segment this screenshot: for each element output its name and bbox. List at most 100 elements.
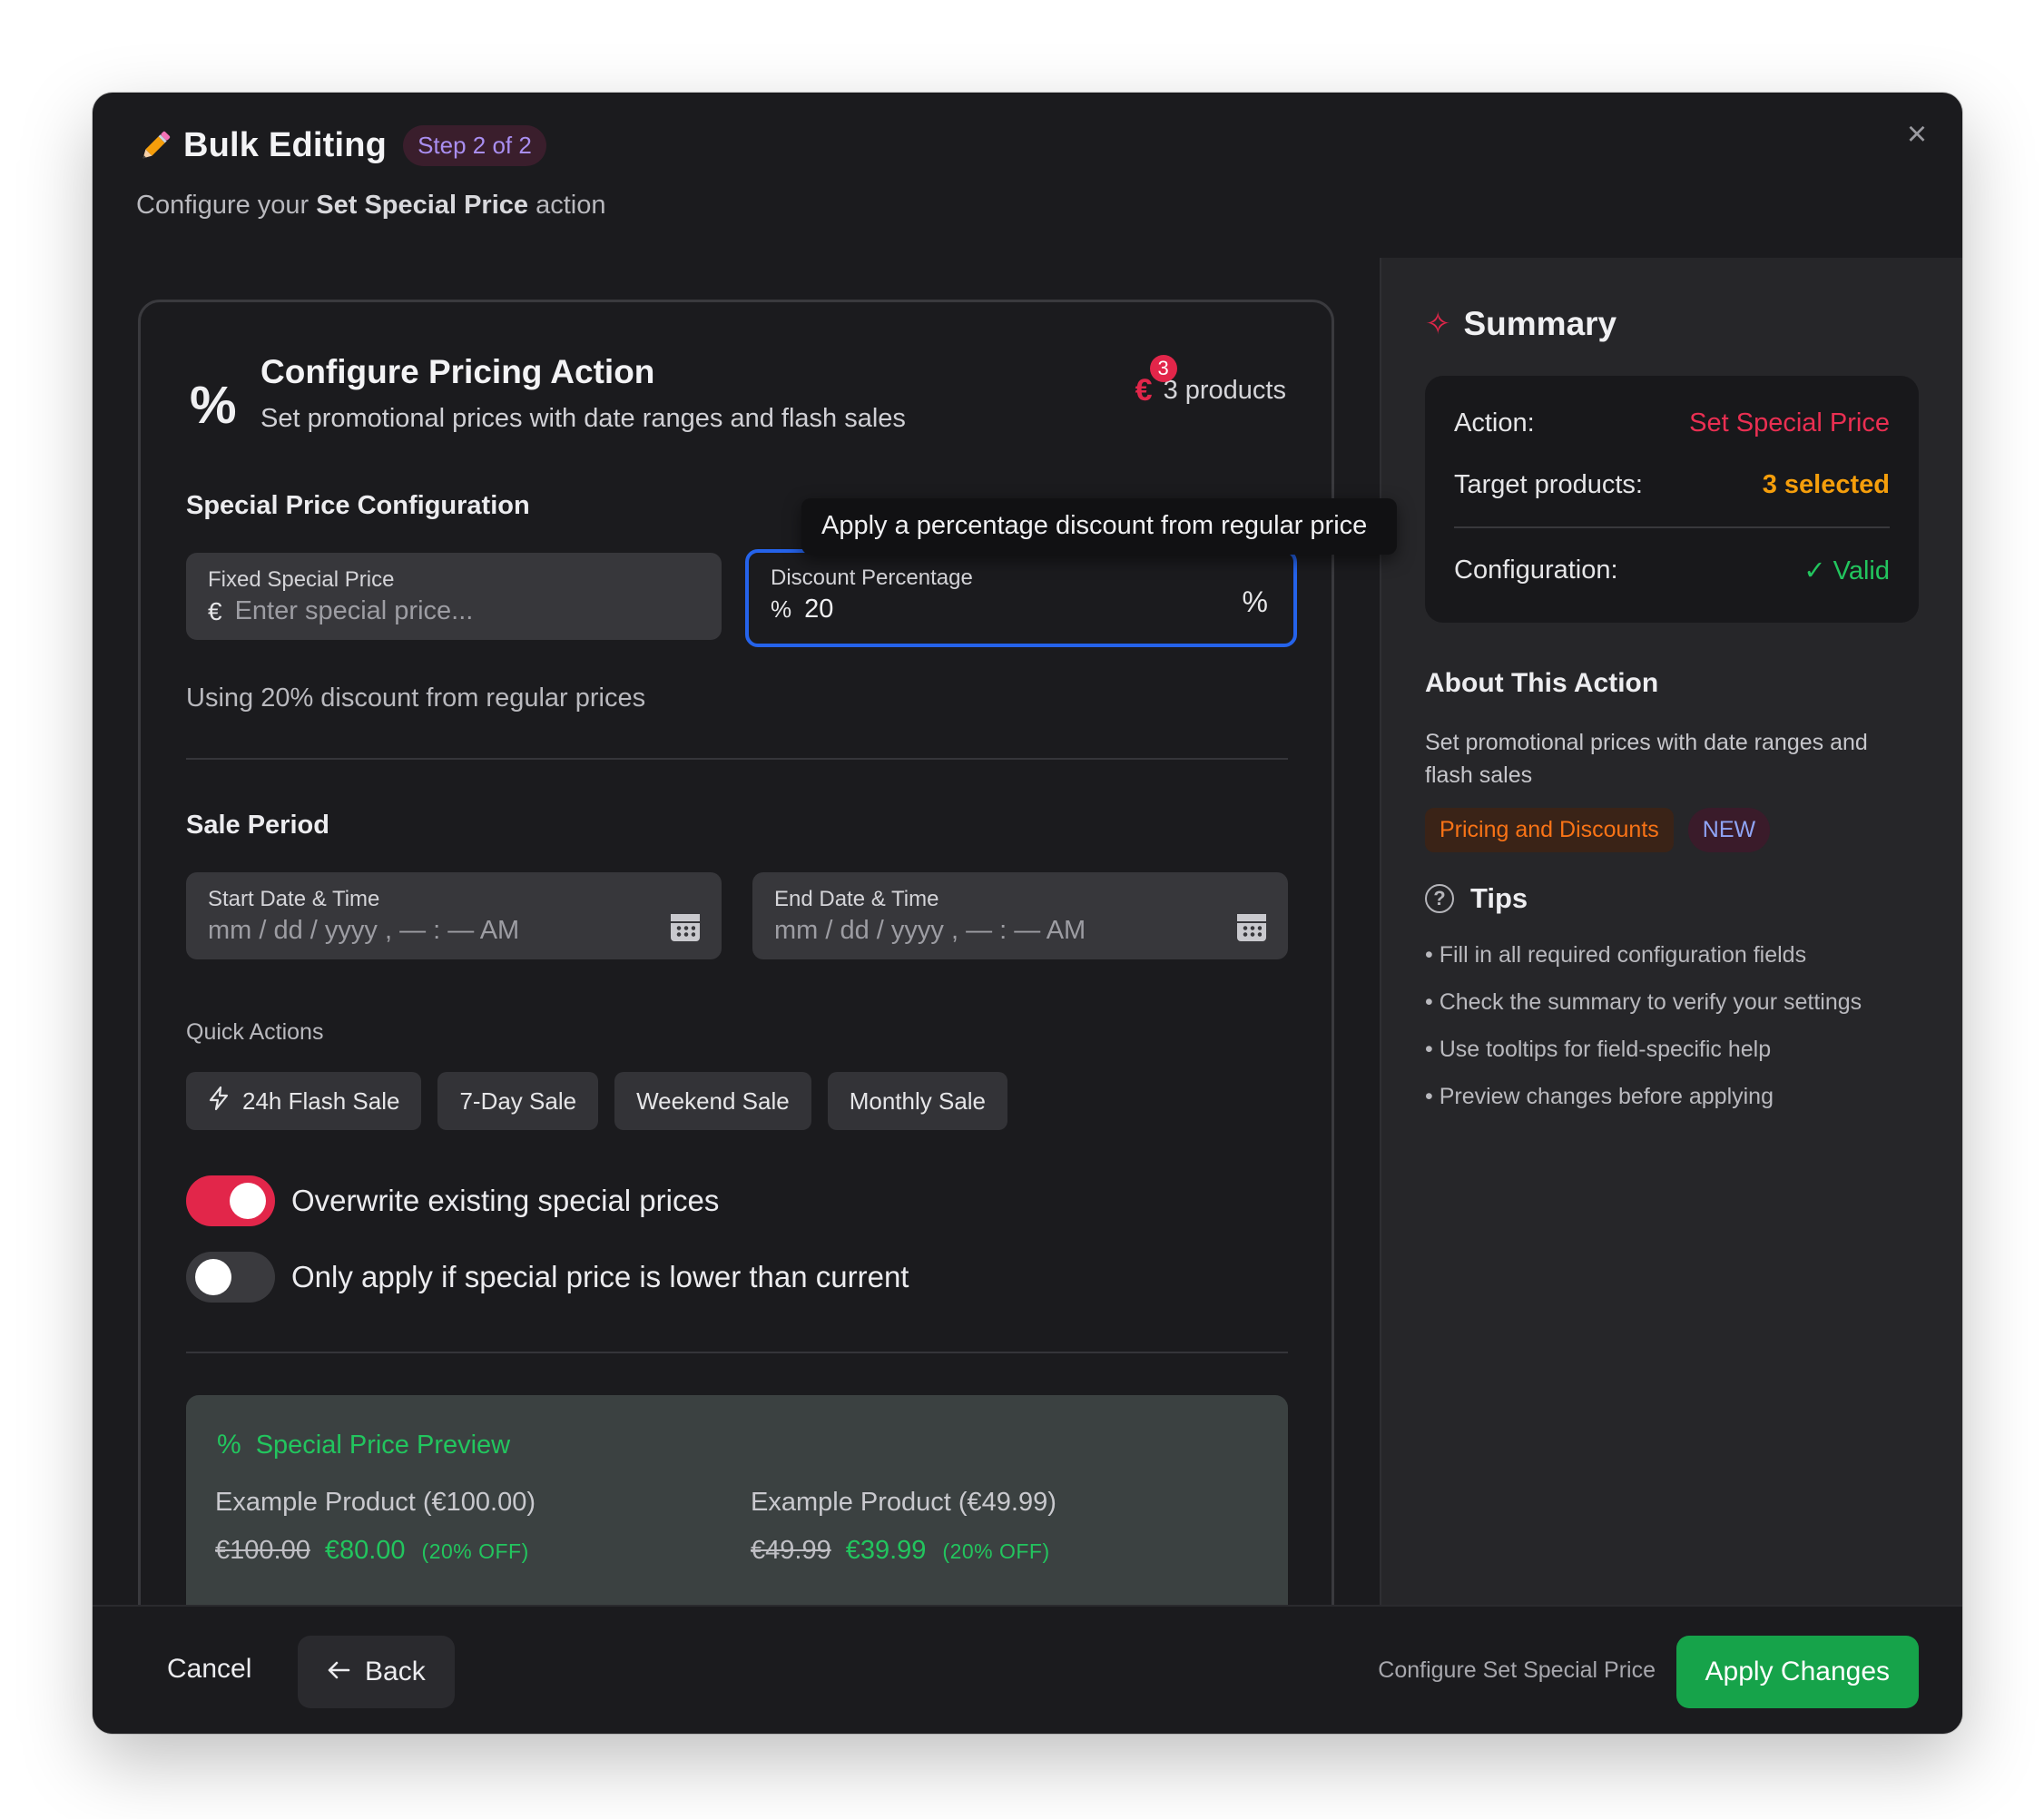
step-badge: Step 2 of 2	[403, 125, 546, 166]
toggle-knob	[195, 1259, 231, 1295]
quick-actions: 24h Flash Sale 7-Day Sale Weekend Sale M…	[186, 1072, 1008, 1130]
divider	[186, 1352, 1288, 1353]
quick-action-weekend-sale[interactable]: Weekend Sale	[614, 1072, 811, 1130]
modal-title: Bulk Editing	[183, 126, 388, 164]
lower-only-toggle-row: Only apply if special price is lower tha…	[186, 1252, 909, 1303]
lower-only-label: Only apply if special price is lower tha…	[291, 1260, 909, 1293]
preview-old-price: €100.00	[215, 1536, 310, 1565]
summary-config-row: Configuration: ✓ Valid	[1454, 545, 1890, 595]
preview-item-name: Example Product (€49.99)	[751, 1488, 1056, 1517]
percent-icon: %	[190, 376, 237, 435]
overwrite-toggle-row: Overwrite existing special prices	[186, 1175, 719, 1226]
discount-label: Discount Percentage	[771, 565, 973, 590]
quick-action-24h-flash-sale[interactable]: 24h Flash Sale	[186, 1072, 422, 1130]
summary-card: Action: Set Special Price Target product…	[1425, 376, 1919, 623]
start-date-field[interactable]: Start Date & Time mm / dd / yyyy , — : —…	[186, 872, 722, 959]
discount-tooltip: Apply a percentage discount from regular…	[801, 498, 1397, 555]
start-date-label: Start Date & Time	[208, 887, 380, 911]
subtitle-action: Set Special Price	[316, 191, 529, 220]
quick-actions-label: Quick Actions	[186, 1019, 324, 1045]
arrow-left-icon	[327, 1657, 350, 1687]
close-icon[interactable]: ×	[1899, 116, 1935, 152]
bulk-edit-modal: Bulk Editing Step 2 of 2 Configure your …	[93, 93, 1962, 1734]
tip-item: • Check the summary to verify your setti…	[1425, 989, 1862, 1015]
quick-action-7-day-sale[interactable]: 7-Day Sale	[437, 1072, 599, 1130]
lightning-icon	[208, 1086, 230, 1117]
summary-config-label: Configuration:	[1454, 555, 1618, 585]
new-badge: NEW	[1687, 808, 1771, 852]
fixed-price-placeholder: Enter special price...	[234, 596, 474, 625]
preview-discount: (20% OFF)	[421, 1539, 529, 1563]
tip-item: • Preview changes before applying	[1425, 1084, 1774, 1109]
percent-small-icon: %	[771, 595, 792, 623]
preview-header: % Special Price Preview	[217, 1430, 510, 1460]
product-count-label: 3 products	[1163, 376, 1286, 405]
summary-target-row: Target products: 3 selected	[1454, 459, 1890, 510]
quick-action-label: 24h Flash Sale	[242, 1086, 400, 1115]
summary-action-row: Action: Set Special Price	[1454, 398, 1890, 448]
special-price-section-title: Special Price Configuration	[186, 491, 530, 520]
divider	[1454, 526, 1890, 528]
modal-subtitle: Configure your Set Special Price action	[136, 191, 605, 221]
about-tags: Pricing and Discounts NEW	[1425, 808, 1771, 852]
category-tag: Pricing and Discounts	[1425, 808, 1674, 852]
discount-value[interactable]: 20	[804, 595, 833, 624]
overwrite-toggle[interactable]	[186, 1175, 275, 1226]
card-title: Configure Pricing Action	[260, 353, 655, 390]
start-date-placeholder: mm / dd / yyyy , — : — AM	[208, 916, 520, 945]
tips-list: • Fill in all required configuration fie…	[1425, 939, 1862, 1127]
tip-item: • Fill in all required configuration fie…	[1425, 942, 1807, 968]
calendar-icon[interactable]	[671, 914, 700, 941]
end-date-field[interactable]: End Date & Time mm / dd / yyyy , — : — A…	[752, 872, 1288, 959]
cancel-button[interactable]: Cancel	[167, 1654, 251, 1685]
about-text: Set promotional prices with date ranges …	[1425, 730, 1868, 788]
calendar-icon[interactable]	[1237, 914, 1266, 941]
lower-only-toggle[interactable]	[186, 1252, 275, 1303]
divider	[186, 758, 1288, 760]
pencil-icon	[142, 131, 171, 158]
card-subtitle: Set promotional prices with date ranges …	[260, 404, 906, 433]
preview-title: Special Price Preview	[255, 1430, 511, 1460]
end-date-placeholder: mm / dd / yyyy , — : — AM	[774, 916, 1086, 945]
discount-percentage-field[interactable]: Discount Percentage % 20 %	[745, 549, 1297, 647]
subtitle-prefix: Configure your	[136, 191, 310, 220]
quick-action-monthly-sale[interactable]: Monthly Sale	[827, 1072, 1008, 1130]
summary-config-value: ✓ Valid	[1803, 556, 1890, 585]
euro-icon: €	[208, 596, 222, 625]
summary-header: ✧ Summary	[1425, 305, 1617, 343]
help-circle-icon: ?	[1425, 884, 1454, 913]
summary-sidebar: ✧ Summary Action: Set Special Price Targ…	[1380, 258, 1962, 1605]
about-title: About This Action	[1425, 668, 1659, 698]
summary-action-label: Action:	[1454, 408, 1535, 438]
percent-unit: %	[1242, 585, 1268, 618]
product-count: €3 3 products	[1135, 355, 1286, 408]
discount-hint: Using 20% discount from regular prices	[186, 683, 646, 713]
fixed-price-label: Fixed Special Price	[208, 567, 395, 592]
toggle-knob	[230, 1183, 266, 1219]
fixed-special-price-field[interactable]: Fixed Special Price € Enter special pric…	[186, 553, 722, 640]
subtitle-suffix: action	[536, 191, 606, 220]
pricing-action-card: % Configure Pricing Action Set promotion…	[138, 300, 1397, 1667]
quick-action-label: 7-Day Sale	[459, 1086, 577, 1115]
preview-new-price: €80.00	[324, 1536, 406, 1565]
back-button[interactable]: Back	[298, 1636, 455, 1708]
apply-changes-button[interactable]: Apply Changes	[1675, 1636, 1919, 1708]
quick-action-label: Weekend Sale	[636, 1086, 790, 1115]
summary-action-value: Set Special Price	[1689, 408, 1890, 438]
summary-target-label: Target products:	[1454, 469, 1643, 499]
preview-item: Example Product (€49.99) €49.99 €39.99 (…	[751, 1488, 1056, 1566]
percent-icon: %	[217, 1430, 241, 1460]
quick-action-label: Monthly Sale	[849, 1086, 987, 1115]
tip-item: • Use tooltips for field-specific help	[1425, 1037, 1772, 1062]
preview-item: Example Product (€100.00) €100.00 €80.00…	[215, 1488, 536, 1566]
modal-footer: Cancel Back Configure Set Special Price …	[93, 1605, 1962, 1734]
euro-icon: €3	[1135, 355, 1177, 408]
overwrite-label: Overwrite existing special prices	[291, 1184, 720, 1217]
tips-title: Tips	[1470, 882, 1528, 914]
preview-old-price: €49.99	[751, 1536, 831, 1565]
end-date-label: End Date & Time	[774, 887, 939, 911]
summary-title: Summary	[1463, 305, 1617, 342]
back-label: Back	[365, 1657, 426, 1686]
footer-hint: Configure Set Special Price	[1378, 1657, 1656, 1683]
modal-header: Bulk Editing Step 2 of 2	[136, 125, 546, 166]
